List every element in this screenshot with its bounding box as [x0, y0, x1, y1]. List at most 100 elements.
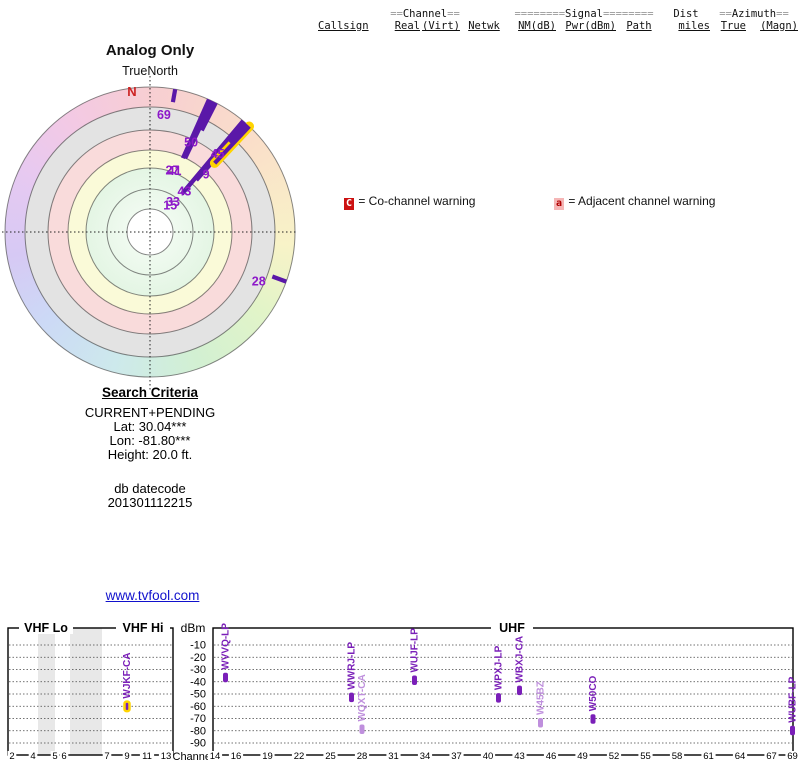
chart-marker-WBXJ-CA: WBXJ-CA: [515, 636, 526, 696]
chart-marker-WVVQ-LP: WVVQ-LP: [221, 623, 232, 683]
group-header-spacer: [462, 8, 506, 20]
station-callsign-label: W50CO: [588, 675, 599, 711]
spoke-channel-label: 9: [203, 168, 210, 182]
channel-tick-label: 19: [262, 751, 273, 762]
table-group-header-row: ==Channel== ========Signal======== Dist ==A…: [298, 8, 798, 20]
channel-tick-label: 4: [30, 751, 35, 762]
channel-tick-label: 61: [703, 751, 714, 762]
channel-tick-label: 67: [766, 751, 777, 762]
group-header-signal: ========Signal========: [514, 8, 654, 20]
station-callsign-label: WWRJ-LP: [347, 642, 358, 690]
column-header-callsign: Callsign: [318, 20, 369, 32]
spoke-line: [170, 88, 178, 103]
chart-marker-WWRJ-LP: WWRJ-LP: [347, 642, 358, 703]
channel-axis-title: Channel: [173, 751, 214, 763]
station-marker: [412, 675, 417, 686]
chart-marker-WUBF-LP: WUBF-LP: [788, 676, 799, 736]
polar-overlay: 1533432741 950452869: [2, 76, 298, 390]
channel-tick-label: 40: [483, 751, 494, 762]
station-table: ==Channel== ========Signal======== Dist ==A…: [298, 8, 798, 32]
channel-tick-label: 22: [294, 751, 305, 762]
dbm-tick-label: -90: [190, 738, 206, 750]
co-channel-badge: C: [344, 198, 354, 210]
station-callsign-label: WUBF-LP: [788, 676, 799, 722]
polar-spoke-ch28: 28: [252, 274, 287, 288]
dbm-tick-label: -70: [190, 713, 206, 725]
vhf-gap-band: [70, 628, 102, 755]
column-header-virt: (Virt): [422, 20, 460, 32]
channel-tick-label: 28: [357, 751, 368, 762]
channel-tick-label: 9: [124, 751, 129, 762]
section-label-uhf: UHF: [499, 621, 525, 635]
tvfool-report: Analog Only TrueNorth 15 33 43 27 41 9 50 45 28 6…: [0, 0, 800, 768]
column-header-miles: miles: [678, 20, 710, 32]
channel-tick-label: 49: [577, 751, 588, 762]
signal-level-chart: VHF Lo VHF Hi UHFdBm-10-20-30-40-50-60-70-…: [7, 621, 800, 763]
spoke-channel-label: 69: [157, 108, 171, 122]
channel-tick-label: 16: [231, 751, 242, 762]
spoke-channel-label: 50: [184, 136, 198, 150]
station-marker: [223, 672, 228, 683]
vhf-gap-band: [38, 628, 55, 755]
section-label-vhf-hi: VHF Hi: [123, 621, 164, 635]
station-marker: [496, 693, 501, 703]
spoke-channel-label: 43: [177, 185, 191, 199]
db-datecode-label: db datecode: [114, 481, 186, 496]
dbm-tick-label: -40: [190, 676, 206, 688]
tvfool-link[interactable]: www.tvfool.com: [106, 588, 200, 603]
dbm-tick-label: -50: [190, 689, 206, 701]
spoke-line: [271, 274, 287, 284]
dbm-tick-label: -30: [190, 664, 206, 676]
dbm-tick-label: -80: [190, 725, 206, 737]
channel-tick-label: 37: [451, 751, 462, 762]
channel-tick-label: 46: [546, 751, 557, 762]
search-criteria-heading: Search Criteria: [101, 385, 199, 400]
chart-marker-W50CO: W50CO: [588, 675, 599, 724]
channel-tick-label: 52: [609, 751, 620, 762]
polar-spoke-ch69: 69: [157, 88, 178, 122]
station-marker: [590, 714, 596, 724]
group-header-dist: Dist: [673, 8, 699, 20]
search-mode: CURRENT+PENDING: [84, 405, 216, 420]
channel-tick-label: 55: [640, 751, 651, 762]
station-marker: [123, 700, 131, 713]
station-table-wrap: ==Channel== ========Signal======== Dist ==A…: [298, 8, 798, 32]
station-callsign-label: W45BZ: [536, 681, 547, 715]
column-header-netwk: Netwk: [468, 20, 500, 32]
chart-marker-WQXT-CA: WQXT-CA: [357, 674, 368, 735]
column-header-path: Path: [626, 20, 652, 32]
station-marker: [349, 692, 354, 703]
station-callsign-label: WVVQ-LP: [221, 623, 232, 670]
table-header: ==Channel== ========Signal======== Dist ==A…: [298, 8, 798, 32]
station-marker: [359, 724, 365, 735]
channel-tick-label: 64: [735, 751, 746, 762]
channel-tick-label: 11: [142, 751, 152, 762]
column-header-pwrdbm: Pwr(dBm): [565, 20, 616, 32]
channel-tick-label: 58: [672, 751, 683, 762]
channel-tick-label: 34: [420, 751, 431, 762]
channel-tick-label: 31: [388, 751, 399, 762]
channel-tick-label: 43: [514, 751, 525, 762]
group-header-spacer: [298, 8, 388, 20]
section-label-vhf-lo: VHF Lo: [24, 621, 68, 635]
station-marker: [538, 718, 543, 728]
station-marker: [790, 725, 795, 736]
channel-tick-label: 6: [61, 751, 66, 762]
search-height: Height: 20.0 ft.: [107, 447, 193, 462]
channel-tick-label: 25: [325, 751, 336, 762]
co-channel-label: = Co-channel warning: [358, 194, 476, 208]
column-header-real: Real: [394, 20, 420, 32]
channel-tick-label: 7: [104, 751, 109, 762]
channel-tick-label: 2: [9, 751, 14, 762]
polar-azimuth-chart: Analog Only TrueNorth 15 33 43 27 41 9 50 45 28 6…: [0, 0, 310, 400]
chart-marker-WJKF-CA: WJKF-CA: [122, 653, 133, 713]
chart-marker-WUJF-LP: WUJF-LP: [410, 628, 421, 686]
dbm-tick-label: -10: [190, 640, 206, 652]
spoke-line: [183, 100, 215, 160]
adjacent-channel-label: = Adjacent channel warning: [568, 194, 716, 208]
station-callsign-label: WPXJ-LP: [494, 645, 505, 690]
channel-tick-label: 5: [52, 751, 57, 762]
north-marker: N: [127, 84, 137, 99]
station-marker: [517, 685, 522, 696]
channel-tick-label: 69: [787, 751, 798, 762]
